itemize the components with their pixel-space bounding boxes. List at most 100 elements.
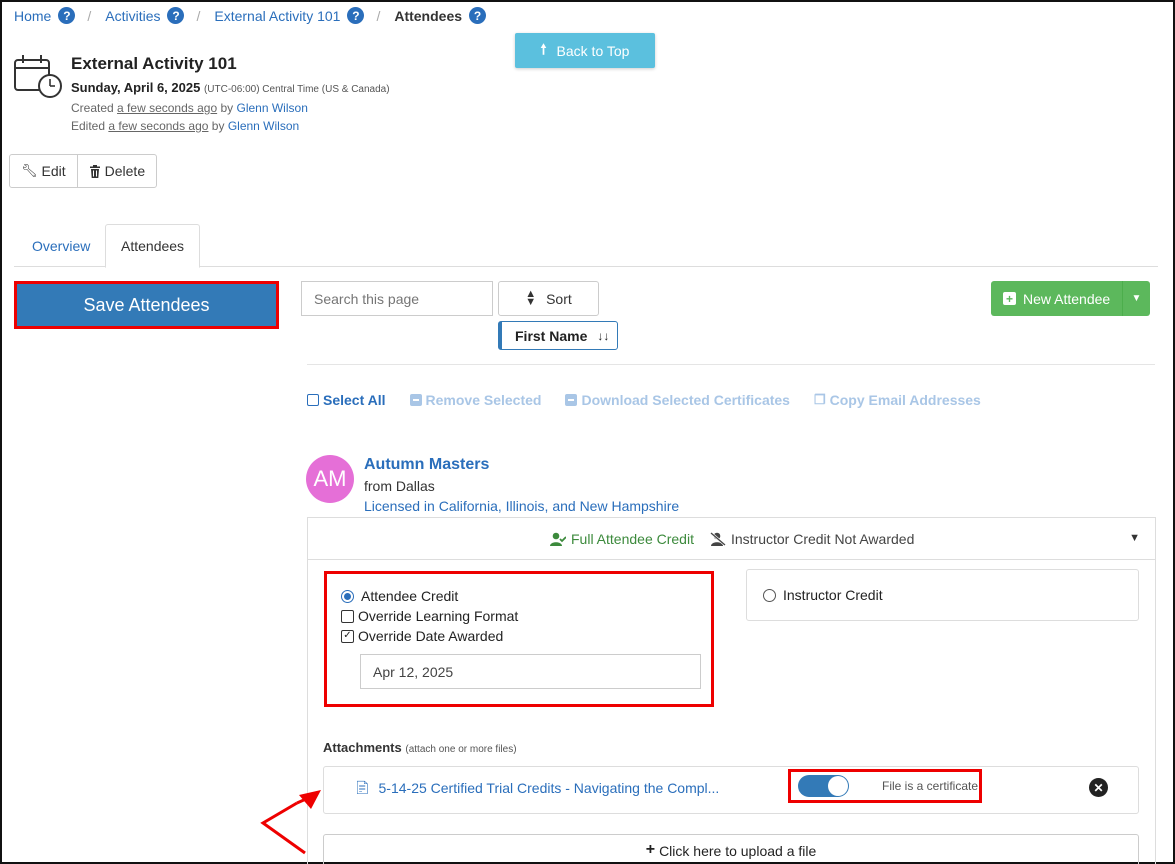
help-icon[interactable]: ? — [58, 7, 76, 24]
credit-panel-header[interactable]: Full Attendee Credit Instructor Credit N… — [308, 518, 1155, 560]
edited-label: Edited — [71, 119, 106, 133]
attendee-licenses-link[interactable]: Licensed in California, Illinois, and Ne… — [364, 498, 679, 514]
tab-overview[interactable]: Overview — [17, 224, 105, 267]
toggle-knob — [828, 776, 848, 796]
select-all-button[interactable]: Select All — [307, 392, 386, 408]
attendee-credit-radio[interactable]: Attendee Credit — [341, 588, 458, 604]
copy-icon: ❐ — [813, 392, 826, 407]
minus-square-icon — [409, 394, 422, 406]
checkbox-checked[interactable]: ✓ — [341, 629, 354, 643]
wrench-icon: 🔧︎ — [21, 163, 38, 178]
sort-field-first-name[interactable]: First Name ↓↓ — [498, 321, 618, 350]
edited-time: a few seconds ago — [108, 119, 209, 133]
activity-date: Sunday, April 6, 2025 (UTC-06:00) Centra… — [71, 80, 390, 95]
activity-date-text: Sunday, April 6, 2025 — [71, 80, 201, 95]
created-by-link[interactable]: Glenn Wilson — [237, 101, 308, 115]
remove-selected-button[interactable]: Remove Selected — [409, 392, 542, 408]
help-icon[interactable]: ? — [167, 7, 185, 24]
full-credit-label: Full Attendee Credit — [571, 530, 694, 547]
breadcrumb-separator: / — [376, 7, 381, 24]
new-attendee-button-group: + New Attendee ▼ — [991, 281, 1150, 316]
delete-label: Delete — [104, 163, 146, 179]
attachments-label: Attachments — [323, 740, 402, 755]
sort-alpha-desc-icon: ↓↓ — [597, 328, 610, 343]
delete-button[interactable]: Delete — [76, 155, 156, 187]
sort-field-label: First Name — [515, 327, 588, 344]
created-time: a few seconds ago — [117, 101, 218, 115]
attendee-location: from Dallas — [364, 478, 435, 494]
breadcrumb-separator: / — [196, 7, 201, 24]
save-attendees-button[interactable]: Save Attendees — [14, 281, 279, 329]
upload-file-label: Click here to upload a file — [659, 843, 817, 859]
new-attendee-button[interactable]: + New Attendee — [991, 281, 1122, 316]
certificate-toggle[interactable] — [798, 775, 849, 797]
edited-by-word: by — [211, 119, 225, 133]
attachment-row: 📄︎ 5-14-25 Certified Trial Credits - Nav… — [323, 766, 1139, 814]
new-attendee-label: New Attendee — [1023, 290, 1111, 307]
caret-down-icon[interactable]: ▼ — [1129, 532, 1140, 544]
radio-unselected[interactable] — [763, 588, 776, 602]
override-format-label: Override Learning Format — [358, 608, 519, 624]
download-certificates-button[interactable]: Download Selected Certificates — [565, 392, 790, 408]
tab-attendees[interactable]: Attendees — [105, 224, 201, 268]
divider — [307, 364, 1155, 365]
breadcrumb-activities[interactable]: Activities — [105, 8, 160, 24]
radio-selected[interactable] — [341, 589, 354, 603]
avatar: AM — [306, 455, 354, 503]
override-format-checkbox[interactable]: Override Learning Format — [341, 608, 518, 624]
full-credit-status: Full Attendee Credit — [550, 531, 694, 547]
attendee-name-link[interactable]: Autumn Masters — [364, 456, 489, 474]
upload-file-button[interactable]: + Click here to upload a file — [323, 834, 1139, 864]
attachment-file-name: 5-14-25 Certified Trial Credits - Naviga… — [378, 780, 720, 796]
attachments-heading: Attachments (attach one or more files) — [323, 740, 517, 755]
trash-icon — [89, 164, 100, 178]
download-certificates-label: Download Selected Certificates — [581, 392, 790, 408]
edit-label: Edit — [41, 163, 66, 179]
attachment-file-link[interactable]: 📄︎ 5-14-25 Certified Trial Credits - Nav… — [354, 780, 719, 796]
created-by-word: by — [220, 101, 234, 115]
help-icon[interactable]: ? — [469, 7, 487, 24]
copy-emails-button[interactable]: ❐ Copy Email Addresses — [814, 392, 981, 408]
select-all-label: Select All — [323, 392, 386, 408]
checkbox-icon — [307, 394, 319, 406]
back-to-top-button[interactable]: 🠕 Back to Top — [515, 33, 655, 68]
sort-button[interactable]: ▲ ▼ Sort — [498, 281, 599, 316]
attachments-hint: (attach one or more files) — [405, 744, 517, 755]
caret-down-icon: ▼ — [1131, 293, 1142, 304]
checkbox-unchecked[interactable] — [341, 609, 354, 623]
breadcrumb-home[interactable]: Home — [14, 8, 51, 24]
new-attendee-dropdown-toggle[interactable]: ▼ — [1122, 281, 1150, 316]
help-icon[interactable]: ? — [347, 7, 365, 24]
tab-bar: Overview Attendees — [14, 224, 1158, 268]
sort-label: Sort — [546, 290, 572, 307]
sort-icon: ▲ ▼ — [525, 287, 537, 308]
activity-actions: 🔧︎ Edit Delete — [9, 154, 158, 188]
activity-timezone: (UTC-06:00) Central Time (US & Canada) — [203, 84, 390, 95]
copy-emails-label: Copy Email Addresses — [829, 392, 981, 408]
attendee-credit-label: Attendee Credit — [361, 588, 459, 604]
certificate-toggle-label: File is a certificate — [882, 779, 979, 793]
search-input[interactable] — [301, 281, 493, 316]
breadcrumb-activity[interactable]: External Activity 101 — [214, 8, 340, 24]
date-awarded-input[interactable] — [360, 654, 701, 689]
edited-meta: Edited a few seconds ago by Glenn Wilson — [71, 119, 299, 133]
edit-button[interactable]: 🔧︎ Edit — [10, 155, 77, 187]
instructor-credit-option[interactable]: Instructor Credit — [746, 569, 1139, 621]
remove-selected-label: Remove Selected — [425, 392, 542, 408]
plus-icon: + — [645, 841, 656, 858]
breadcrumb: Home? / Activities? / External Activity … — [14, 7, 487, 24]
edited-by-link[interactable]: Glenn Wilson — [228, 119, 299, 133]
annotation-arrow — [260, 790, 321, 855]
arrow-up-icon: 🠕 — [540, 40, 547, 57]
activity-title: External Activity 101 — [71, 54, 237, 73]
file-certificate-icon: 📄︎ — [354, 780, 371, 795]
breadcrumb-separator: / — [87, 7, 92, 24]
remove-attachment-icon[interactable]: ✕ — [1089, 778, 1108, 797]
created-label: Created — [71, 101, 114, 115]
attendee-credit-options: Attendee Credit Override Learning Format… — [324, 571, 714, 707]
user-check-icon — [550, 532, 566, 546]
override-date-checkbox[interactable]: ✓ Override Date Awarded — [341, 628, 503, 644]
user-slash-icon — [710, 531, 726, 546]
back-to-top-label: Back to Top — [556, 42, 630, 59]
plus-square-icon: + — [1003, 292, 1016, 306]
